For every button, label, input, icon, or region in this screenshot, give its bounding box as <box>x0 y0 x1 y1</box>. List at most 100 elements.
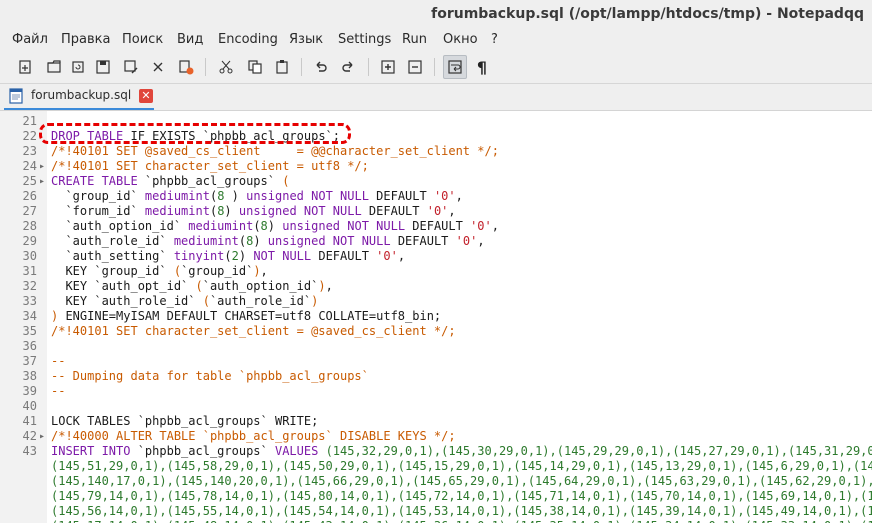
code-text: `group_id` mediumint(8 ) unsigned NOT NU… <box>51 189 462 204</box>
code-token: ( <box>238 234 247 248</box>
cut-icon[interactable] <box>216 57 236 77</box>
window-title: forumbackup.sql (/opt/lampp/htdocs/tmp) … <box>431 6 864 22</box>
editor[interactable]: 21 22 DROP TABLE IF EXISTS `phpbb_acl_grou… <box>0 110 872 523</box>
code-line: (145,79,14,0,1),(145,78,14,0,1),(145,80,… <box>0 489 872 504</box>
code-token: 2 <box>231 249 239 263</box>
menu-language[interactable]: Язык <box>289 32 323 47</box>
save-icon[interactable] <box>93 57 113 77</box>
code-token: INSERT INTO <box>51 444 138 458</box>
code-line: 35 /*!40101 SET character_set_client = @s… <box>0 324 872 339</box>
fold-icon[interactable]: ▸ <box>39 174 45 189</box>
code-line: 34) ENGINE=MyISAM DEFAULT CHARSET=utf8 C… <box>0 309 872 324</box>
title-bar: forumbackup.sql (/opt/lampp/htdocs/tmp) … <box>0 0 872 30</box>
code-line: 36 <box>0 339 872 354</box>
code-token: -- <box>51 354 66 368</box>
menu-help[interactable]: ? <box>491 32 498 47</box>
close-file-icon[interactable] <box>148 57 168 77</box>
code-token: , <box>325 279 333 293</box>
code-token: /*!40101 SET character_set_client = utf8… <box>51 159 369 173</box>
show-all-chars-icon[interactable]: ¶ <box>472 57 492 77</box>
code-token: KEY `auth_role_id` <box>51 294 203 308</box>
code-token: `phpbb_acl_groups` <box>137 444 275 458</box>
zoom-out-icon[interactable] <box>405 57 425 77</box>
code-token: /*!40000 ALTER TABLE `phpbb_acl_groups` … <box>51 429 456 443</box>
undo-icon[interactable] <box>311 57 331 77</box>
code-token: , <box>448 204 456 218</box>
code-text: /*!40101 SET character_set_client = @sav… <box>51 324 456 339</box>
redo-icon[interactable] <box>338 57 358 77</box>
menu-settings[interactable]: Settings <box>338 32 391 47</box>
menu-search[interactable]: Поиск <box>122 32 163 47</box>
code-text: -- <box>51 354 65 369</box>
code-line: 24 ▸ /*!40101 SET character_set_client = u… <box>0 159 872 174</box>
menu-run[interactable]: Run <box>402 32 427 47</box>
tab-close-icon[interactable]: ✕ <box>139 89 153 103</box>
code-text: (145,79,14,0,1),(145,78,14,0,1),(145,80,… <box>51 489 872 504</box>
code-line: (145,140,17,0,1),(145,140,20,0,1),(145,6… <box>0 474 872 489</box>
save-as-icon[interactable] <box>121 57 141 77</box>
code-text: KEY `auth_role_id` (`auth_role_id`) <box>51 294 318 309</box>
fold-icon[interactable]: ▸ <box>39 159 45 174</box>
code-token: (145,79,14,0,1),(145,78,14,0,1),(145,80,… <box>51 489 872 503</box>
menu-edit[interactable]: Правка <box>61 32 110 47</box>
code-token: '0' <box>426 204 449 218</box>
highlight-annotation <box>39 123 351 144</box>
paste-icon[interactable] <box>272 57 292 77</box>
code-token: (145,32,29,0,1),(145,30,29,0,1),(145,29,… <box>325 444 872 458</box>
toolbar-separator <box>434 58 435 76</box>
menu-file[interactable]: Файл <box>12 32 48 47</box>
code-line: 27 `forum_id` mediumint(8) unsigned NOT … <box>0 204 872 219</box>
code-line: 39 -- <box>0 384 872 399</box>
line-number: 38 <box>22 369 37 383</box>
code-line: 33 KEY `auth_role_id` (`auth_role_id`) <box>0 294 872 309</box>
code-line: 32 KEY `auth_opt_id` (`auth_option_id`), <box>0 279 872 294</box>
line-number: 37 <box>22 354 37 368</box>
line-number: 40 <box>22 399 37 413</box>
code-token: unsigned NOT NULL <box>267 234 398 248</box>
code-text: (145,51,29,0,1),(145,58,29,0,1),(145,50,… <box>51 459 872 474</box>
code-line: 30 `auth_setting` tinyint(2) NOT NULL DE… <box>0 249 872 264</box>
toolbar: ¶ <box>0 51 872 84</box>
tab-forumbackup[interactable]: forumbackup.sql ✕ <box>4 84 154 110</box>
close-all-icon[interactable] <box>176 57 196 77</box>
code-token: ( <box>253 219 261 233</box>
fold-icon[interactable]: ▸ <box>39 429 45 444</box>
code-line: 23 /*!40101 SET @saved_cs_client = @@char… <box>0 144 872 159</box>
code-token: /*!40101 SET character_set_client = @sav… <box>51 324 456 338</box>
code-token: `auth_setting` <box>51 249 174 263</box>
menu-encoding[interactable]: Encoding <box>218 32 278 47</box>
zoom-in-icon[interactable] <box>378 57 398 77</box>
copy-icon[interactable] <box>245 57 265 77</box>
code-line: 26 `group_id` mediumint(8 ) unsigned NOT… <box>0 189 872 204</box>
word-wrap-icon[interactable] <box>443 55 467 79</box>
code-token: NOT NULL <box>253 249 319 263</box>
code-token: ( <box>202 294 210 308</box>
line-number: 42 <box>22 429 37 443</box>
reload-icon[interactable] <box>68 57 88 77</box>
code-text: `auth_option_id` mediumint(8) unsigned N… <box>51 219 499 234</box>
menu-view[interactable]: Вид <box>177 32 203 47</box>
menu-window[interactable]: Окно <box>443 32 478 47</box>
code-token: `auth_role_id` <box>209 294 312 308</box>
code-line: 29 `auth_role_id` mediumint(8) unsigned … <box>0 234 872 249</box>
code-token: `auth_option_id` <box>202 279 319 293</box>
line-number: 23 <box>22 144 37 158</box>
code-token: `group_id` <box>51 189 145 203</box>
code-text: -- <box>51 384 65 399</box>
new-file-icon[interactable] <box>15 57 35 77</box>
line-number: 27 <box>22 204 37 218</box>
code-token: KEY `auth_opt_id` <box>51 279 196 293</box>
code-token: DEFAULT <box>412 219 471 233</box>
open-icon[interactable] <box>44 57 64 77</box>
line-number: 39 <box>22 384 37 398</box>
line-number: 34 <box>22 309 37 323</box>
code-token: CREATE TABLE <box>51 174 145 188</box>
code-token: ( <box>195 279 203 293</box>
code-token: unsigned NOT NULL <box>246 189 377 203</box>
code-line: 42 ▸ /*!40000 ALTER TABLE `phpbb_acl_group… <box>0 429 872 444</box>
code-token: (145,56,14,0,1),(145,55,14,0,1),(145,54,… <box>51 504 872 518</box>
code-token: ) <box>238 249 254 263</box>
code-token: ( <box>282 174 290 188</box>
code-text: KEY `group_id` (`group_id`), <box>51 264 267 279</box>
code-token: `group_id` <box>181 264 254 278</box>
